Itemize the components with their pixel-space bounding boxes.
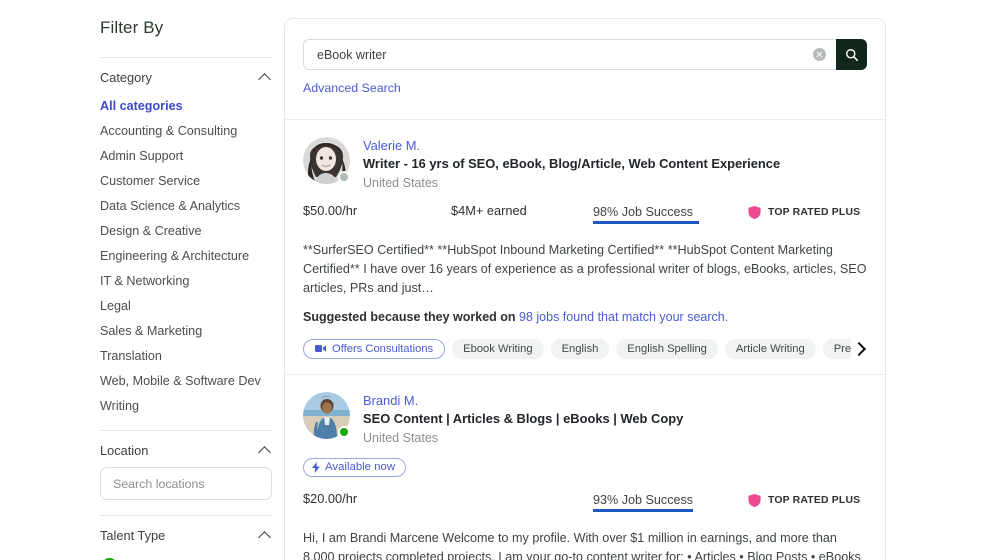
category-item-all-categories[interactable]: All categories [100,94,284,119]
talent-search-page: Filter By Category All categories Accoun… [0,0,1000,560]
total-earned: $4M+ earned [451,203,527,219]
skill-tag[interactable]: English Spelling [616,338,718,359]
freelancer-name[interactable]: Brandi M. [363,392,683,409]
skill-tag[interactable]: Article Writing [724,338,816,359]
talent-type-option-freelancers-agencies[interactable]: Freelancers & Agencies [100,552,272,560]
category-item-data-science-analytics[interactable]: Data Science & Analytics [100,194,284,219]
skill-tags-row: Offers Consultations Ebook Writing Engli… [303,338,869,360]
job-success: 93% Job Success [593,491,701,512]
section-header-location[interactable]: Location [100,431,272,467]
card-header-text: Brandi M. SEO Content | Articles & Blogs… [363,392,683,445]
available-now-badge: Available now [303,457,407,478]
job-success-label: 93% Job Success [593,492,694,507]
category-item-accounting-consulting[interactable]: Accounting & Consulting [100,119,284,144]
avatar[interactable] [303,137,350,184]
shield-icon [748,206,761,220]
offers-consultations-label: Offers Consultations [332,342,434,355]
skill-tag[interactable]: Ebook Writing [452,338,544,359]
suggested-jobs-link[interactable]: 98 jobs found that match your search. [519,310,728,324]
search-row [303,39,867,70]
category-item-legal[interactable]: Legal [100,294,284,319]
category-item-sales-marketing[interactable]: Sales & Marketing [100,319,284,344]
status-dot-online [338,425,350,438]
category-item-design-creative[interactable]: Design & Creative [100,219,284,244]
chevron-right-icon[interactable] [851,338,869,359]
chevron-up-icon[interactable] [259,529,272,542]
section-label-location: Location [100,443,149,459]
search-locations-input[interactable] [100,467,272,501]
skill-tag[interactable]: English [550,338,610,359]
job-success: 98% Job Success [593,203,701,225]
stats-row: $50.00/hr $4M+ earned 98% Job Success TO… [303,203,867,229]
category-item-admin-support[interactable]: Admin Support [100,144,284,169]
lightning-bolt-icon [312,461,320,473]
category-item-customer-service[interactable]: Customer Service [100,169,284,194]
suggested-prefix: Suggested because they worked on [303,309,520,324]
results-area: Advanced Search [284,0,1000,560]
page-title: Filter By [100,18,164,37]
badge-label: TOP RATED PLUS [768,207,861,219]
job-success-bar [593,508,701,512]
available-now-label: Available now [325,461,396,474]
job-success-label: 98% Job Success [593,205,694,220]
section-label-talent-type: Talent Type [100,528,166,544]
status-dot-idle [338,171,350,183]
category-item-engineering-architecture[interactable]: Engineering & Architecture [100,244,284,269]
search-block: Advanced Search [285,19,885,119]
freelancer-description: Hi, I am Brandi Marcene Welcome to my pr… [303,530,861,560]
search-button[interactable] [836,39,867,70]
freelancer-location: United States [363,430,439,445]
freelancer-title: SEO Content | Articles & Blogs | eBooks … [363,410,684,426]
job-success-bar [593,221,701,225]
category-item-it-networking[interactable]: IT & Networking [100,269,284,294]
search-field[interactable] [303,39,836,70]
avatar[interactable] [303,391,350,439]
section-label-category: Category [100,70,152,85]
offers-consultations-pill[interactable]: Offers Consultations [303,338,446,359]
freelancer-location: United States [363,176,439,191]
hourly-rate: $50.00/hr [303,203,358,219]
section-header-category[interactable]: Category [100,58,272,94]
section-header-talent-type[interactable]: Talent Type [100,516,272,552]
search-input[interactable] [317,47,813,62]
chevron-up-icon[interactable] [259,444,272,457]
card-header: Valerie M. Writer - 16 yrs of SEO, eBook… [303,137,867,190]
hourly-rate: $20.00/hr [303,490,358,506]
freelancer-title: Writer - 16 yrs of SEO, eBook, Blog/Arti… [363,156,781,172]
category-item-translation[interactable]: Translation [100,344,284,369]
suggested-note: Suggested because they worked on 98 jobs… [303,310,867,324]
status-badge: TOP RATED PLUS [747,493,860,508]
chevron-up-icon[interactable] [259,71,272,84]
category-list: All categories Accounting & Consulting A… [100,94,284,419]
category-item-web-mobile-software-dev[interactable]: Web, Mobile & Software Dev [100,369,284,394]
shield-icon [748,493,761,507]
status-badge: TOP RATED PLUS [747,205,860,220]
video-camera-icon [315,345,326,353]
filter-sidebar: Filter By Category All categories Accoun… [0,0,284,560]
freelancer-card: Valerie M. Writer - 16 yrs of SEO, eBook… [285,119,885,374]
clear-circle-icon[interactable] [813,48,826,61]
advanced-search-link[interactable]: Advanced Search [303,81,401,95]
freelancer-name[interactable]: Valerie M. [363,137,780,154]
stats-row: $20.00/hr 93% Job Success TOP RATED PLUS [303,491,867,517]
freelancer-card: Brandi M. SEO Content | Articles & Blogs… [285,373,885,560]
search-icon [845,48,858,61]
results-panel: Advanced Search [284,18,886,560]
freelancer-description: **SurferSEO Certified** **HubSpot Inboun… [303,243,867,296]
card-header-text: Valerie M. Writer - 16 yrs of SEO, eBook… [363,137,780,190]
category-item-writing[interactable]: Writing [100,394,284,419]
badge-label: TOP RATED PLUS [768,494,861,506]
card-header: Brandi M. SEO Content | Articles & Blogs… [303,391,867,445]
